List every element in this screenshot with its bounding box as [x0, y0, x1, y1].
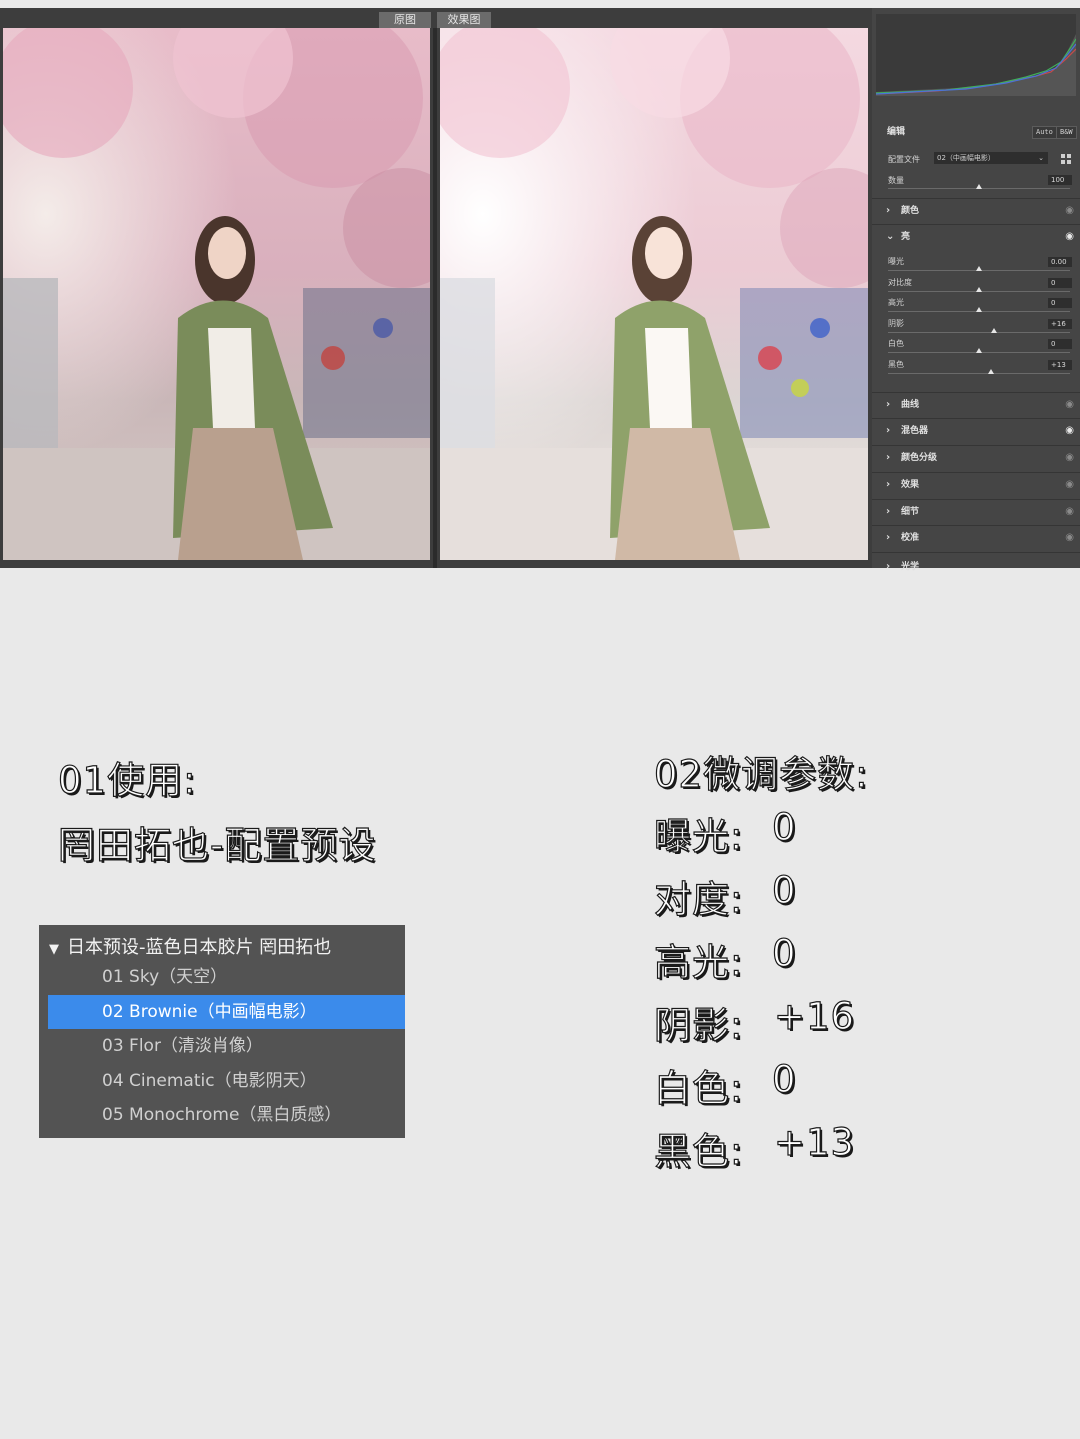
step2-title: 02微调参数:: [653, 752, 869, 796]
param-value: 0: [771, 931, 797, 975]
light-slider-thumb[interactable]: [976, 266, 982, 271]
after-photo: [440, 28, 868, 560]
light-row-value[interactable]: 0.00: [1048, 257, 1072, 267]
develop-panel: 编辑 Auto B&W 配置文件 02（中画幅电影） ⌄ 数量 100 › 颜色…: [872, 8, 1080, 572]
light-row-value[interactable]: 0: [1048, 277, 1072, 288]
section-effects[interactable]: › 效果 ◉: [872, 472, 1080, 496]
eye-icon[interactable]: ◉: [1065, 419, 1074, 443]
tab-before[interactable]: 原图: [379, 12, 431, 28]
param-label: 对度:: [653, 877, 744, 921]
param-label: 黑色:: [653, 1129, 744, 1173]
param-value: 0: [771, 1057, 797, 1101]
preset-item[interactable]: 04 Cinematic（电影阴天）: [48, 1064, 405, 1098]
profile-select[interactable]: 02（中画幅电影） ⌄: [934, 152, 1048, 164]
param-label: 高光:: [653, 940, 744, 984]
bw-button[interactable]: B&W: [1056, 126, 1077, 139]
light-slider-thumb[interactable]: [976, 307, 982, 313]
amount-label: 数量: [888, 176, 904, 185]
light-row-label: 高光: [888, 298, 904, 308]
light-row-value[interactable]: 0: [1048, 339, 1072, 350]
compare-divider[interactable]: [433, 28, 437, 568]
section-grading[interactable]: › 颜色分级 ◉: [872, 445, 1080, 469]
step1-title: 01使用:: [57, 758, 197, 802]
triangle-down-icon: ▼: [49, 942, 59, 957]
preset-item[interactable]: 01 Sky（天空）: [48, 960, 405, 994]
chevron-right-icon: ›: [886, 205, 891, 216]
profile-select-value: 02（中画幅电影）: [937, 154, 995, 162]
chevron-right-icon: ›: [886, 452, 891, 463]
light-row-value[interactable]: +13: [1048, 360, 1072, 370]
section-mixer[interactable]: › 混色器 ◉: [872, 418, 1080, 442]
chevron-down-icon: ⌄: [886, 231, 895, 242]
light-slider-track[interactable]: [888, 331, 1070, 333]
section-calibration-label: 校准: [901, 533, 920, 543]
tab-after[interactable]: 效果图: [437, 12, 491, 28]
section-mixer-label: 混色器: [901, 426, 929, 436]
eye-icon[interactable]: ◉: [1065, 446, 1074, 470]
step1-subtitle: 罔田拓也-配置预设: [57, 823, 377, 867]
preset-group-header[interactable]: ▼ 日本预设-蓝色日本胶片 罔田拓也: [49, 933, 331, 959]
preset-item[interactable]: 05 Monochrome（黑白质感）: [48, 1098, 405, 1132]
auto-button[interactable]: Auto: [1032, 126, 1057, 139]
chevron-right-icon: ›: [886, 399, 891, 410]
light-row-label: 阴影: [888, 318, 904, 328]
param-label: 阴影:: [653, 1003, 744, 1047]
preset-item[interactable]: 03 Flor（清淡肖像）: [48, 1029, 405, 1063]
light-slider-track[interactable]: [888, 373, 1070, 374]
light-row-label: 对比度: [888, 277, 912, 287]
amount-slider-thumb[interactable]: [976, 184, 982, 189]
section-optics[interactable]: › 光学: [872, 552, 1080, 572]
photo-editor-window: 原图 效果图 编辑 Auto B&W 配置文件 02（中画幅电影） ⌄ 数量 1…: [0, 8, 1080, 572]
preset-group-name: 日本预设-蓝色日本胶片 罔田拓也: [67, 937, 332, 958]
param-label: 曝光:: [653, 814, 744, 858]
chevron-right-icon: ›: [886, 506, 891, 517]
section-grading-label: 颜色分级: [901, 453, 938, 463]
eye-icon[interactable]: ◉: [1065, 225, 1074, 249]
section-light[interactable]: ⌄ 亮 ◉: [872, 224, 1080, 248]
chevron-right-icon: ›: [886, 532, 891, 543]
section-optics-label: 光学: [901, 562, 920, 572]
light-row-value[interactable]: +16: [1048, 318, 1072, 329]
light-slider-thumb[interactable]: [976, 348, 982, 354]
eye-icon[interactable]: ◉: [1065, 526, 1074, 550]
light-slider-thumb[interactable]: [990, 327, 997, 333]
preset-item[interactable]: 02 Brownie（中画幅电影）: [48, 994, 405, 1029]
before-photo: [3, 28, 430, 560]
param-value: +16: [773, 994, 856, 1038]
section-effects-label: 效果: [901, 480, 920, 490]
section-light-label: 亮: [901, 232, 911, 242]
section-color-label: 颜色: [901, 206, 920, 216]
chevron-right-icon: ›: [886, 425, 891, 436]
section-color[interactable]: › 颜色 ◉: [872, 198, 1080, 222]
chevron-right-icon: ›: [886, 479, 891, 490]
edit-title: 编辑: [887, 127, 906, 137]
light-slider-thumb[interactable]: [976, 286, 982, 292]
chevron-down-icon: ⌄: [1038, 154, 1044, 162]
section-curve[interactable]: › 曲线 ◉: [872, 392, 1080, 416]
histogram: [876, 14, 1076, 96]
section-detail[interactable]: › 细节 ◉: [872, 499, 1080, 523]
light-row-label: 黑色: [888, 360, 904, 369]
light-row-label: 白色: [888, 339, 904, 349]
param-value: 0: [771, 805, 797, 849]
eye-icon[interactable]: ◉: [1065, 199, 1074, 223]
param-value: 0: [771, 868, 797, 912]
amount-value[interactable]: 100: [1048, 175, 1072, 185]
preset-list-panel: ▼ 日本预设-蓝色日本胶片 罔田拓也 01 Sky（天空） 02 Brownie（中…: [39, 925, 405, 1138]
section-curve-label: 曲线: [901, 400, 920, 410]
section-calibration[interactable]: › 校准 ◉: [872, 525, 1080, 549]
param-label: 白色:: [653, 1066, 744, 1110]
chevron-right-icon: ›: [886, 561, 891, 572]
light-slider-thumb[interactable]: [987, 369, 994, 374]
eye-icon[interactable]: ◉: [1065, 473, 1074, 497]
light-row-label: 曝光: [888, 257, 904, 266]
profile-browser-icon[interactable]: [1061, 154, 1072, 165]
eye-icon[interactable]: ◉: [1065, 500, 1074, 524]
profile-label: 配置文件: [888, 155, 920, 164]
param-value: +13: [773, 1120, 856, 1164]
section-detail-label: 细节: [901, 507, 920, 517]
light-row-value[interactable]: 0: [1048, 298, 1072, 309]
eye-icon[interactable]: ◉: [1065, 393, 1074, 417]
